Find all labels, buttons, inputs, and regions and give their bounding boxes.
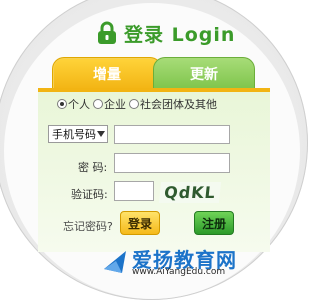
radio-label: 企业 [104,98,126,111]
lock-icon [96,21,118,45]
radio-enterprise[interactable]: 企业 [93,96,126,112]
register-button-label: 注册 [201,216,226,231]
login-button[interactable]: 登录 [120,211,160,235]
site-watermark: 爱扬教育网 www.AiYangEdu.com [102,244,302,279]
captcha-label: 验证码: [71,188,108,201]
radio-dot[interactable] [93,99,103,109]
radio-dot[interactable] [129,99,139,109]
captcha-text: QdKL [163,183,217,202]
tab-gengxin[interactable]: 更新 [153,57,255,90]
watermark-url: www.AiYangEdu.com [132,267,226,277]
id-value-input[interactable] [114,125,230,144]
register-button[interactable]: 注册 [194,211,234,235]
radio-label: 个人 [68,98,90,111]
radio-social-group[interactable]: 社会团体及其他 [129,96,217,112]
login-title: 登录 Login [124,23,236,46]
chevron-down-icon [97,131,105,137]
id-type-select[interactable]: 手机号码 [48,125,108,143]
watermark-logo-icon [102,249,128,275]
tab-label: 更新 [190,67,218,83]
login-button-label: 登录 [127,216,152,231]
captcha-image[interactable]: QdKL [158,182,222,203]
password-label: 密 码: [78,161,108,174]
id-type-selected-label: 手机号码 [52,128,96,141]
radio-dot[interactable] [57,99,67,109]
forgot-password-link[interactable]: 忘记密码? [63,218,113,234]
tab-zengliang[interactable]: 增量 [52,57,162,90]
user-type-radio-group: 个人 企业 社会团体及其他 [57,96,217,112]
tab-label: 增量 [93,67,121,83]
password-input[interactable] [114,153,230,173]
login-header: 登录 Login [96,20,235,46]
radio-individual[interactable]: 个人 [57,96,90,112]
captcha-input[interactable] [114,181,154,201]
radio-label: 社会团体及其他 [140,98,217,111]
